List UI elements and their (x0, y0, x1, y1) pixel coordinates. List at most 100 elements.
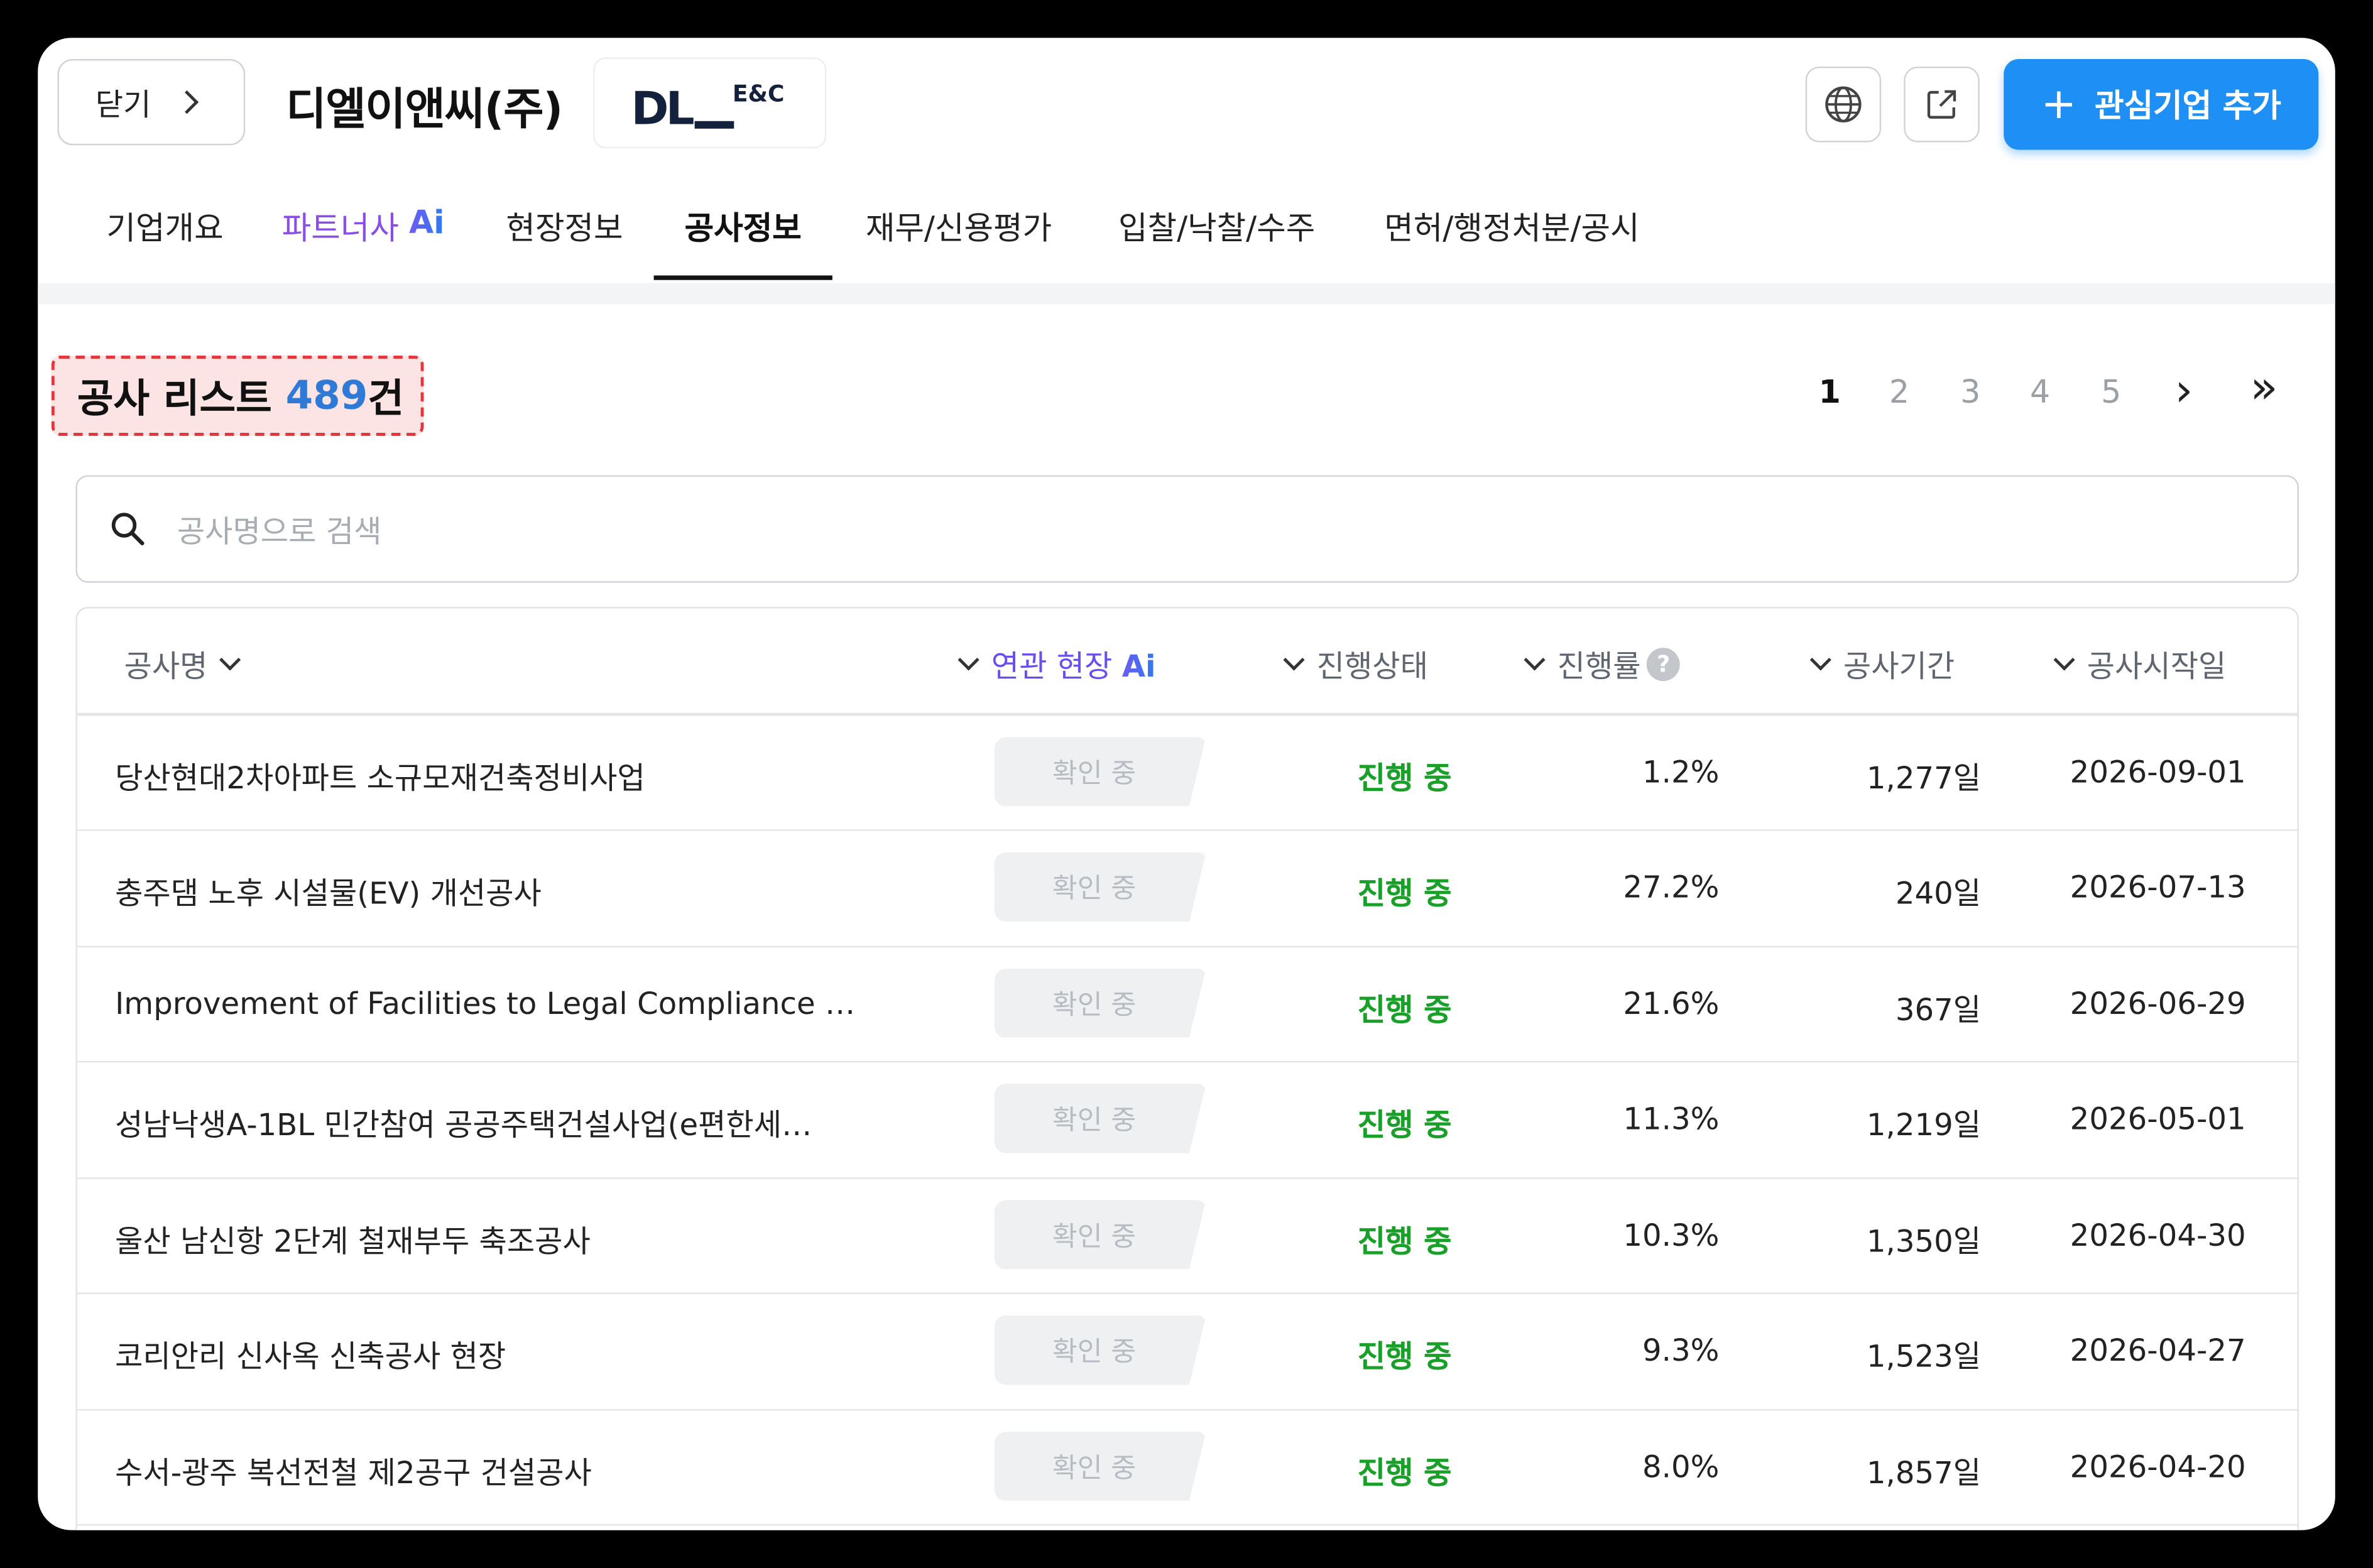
construction-name: Improvement of Facilities to Legal Compl… (115, 984, 856, 1021)
progress-rate: 9.3% (1642, 1332, 1720, 1368)
construction-name: 코리안리 신사옥 신축공사 현장 (115, 1337, 506, 1375)
start-date: 2026-07-13 (2070, 868, 2246, 905)
page-1[interactable]: 1 (1811, 374, 1848, 410)
construction-list-title: 공사 리스트 489 건 (51, 356, 424, 436)
column-header-related-site[interactable]: 연관 현장 Ai (957, 642, 1156, 686)
tab-bid-award[interactable]: 입찰/낙찰/수주 (1111, 204, 1323, 280)
close-label: 닫기 (95, 86, 151, 123)
chevron-right-icon (175, 90, 199, 114)
start-date: 2026-04-20 (2070, 1447, 2246, 1484)
tab-partners-ai[interactable]: 파트너사 Ai (280, 204, 447, 280)
table-row[interactable]: Improvement of Facilities to Legal Compl… (77, 947, 2298, 1063)
tab-site-info[interactable]: 현장정보 (503, 204, 627, 280)
construction-name: 성남낙생A-1BL 민간참여 공공주택건설사업(e편한세… (115, 1106, 812, 1143)
ai-badge: Ai (408, 204, 445, 241)
tab-construction-info[interactable]: 공사정보 (653, 204, 832, 280)
page-3[interactable]: 3 (1952, 374, 1988, 410)
start-date: 2026-05-01 (2070, 1100, 2246, 1137)
tab-finance-credit[interactable]: 재무/신용평가 (859, 204, 1058, 280)
progress-rate: 10.3% (1623, 1216, 1720, 1253)
related-site-chip[interactable]: 확인 중 (994, 852, 1206, 922)
construction-period: 1,857일 (1866, 1454, 1982, 1490)
tab-bar: 기업개요 파트너사 Ai 현장정보 공사정보 재무/신용평가 입찰/낙찰/수주 … (38, 204, 2335, 283)
status-badge: 진행 중 (1357, 1337, 1452, 1375)
table-row[interactable]: 당산현대2차아파트 소규모재건축정비사업 확인 중 진행 중 1.2% 1,27… (77, 715, 2298, 831)
chevron-down-icon (1524, 649, 1546, 671)
progress-rate: 21.6% (1623, 984, 1720, 1021)
chevron-down-icon (1283, 649, 1305, 671)
status-badge: 진행 중 (1357, 759, 1452, 796)
start-date: 2026-04-27 (2070, 1332, 2246, 1368)
related-site-chip[interactable]: 확인 중 (994, 1430, 1206, 1501)
search-icon (111, 513, 145, 546)
company-name: 디엘이앤씨(주) (286, 83, 563, 135)
related-site-chip[interactable]: 확인 중 (994, 736, 1206, 806)
status-badge: 진행 중 (1357, 1106, 1452, 1143)
progress-rate: 1.2% (1642, 753, 1720, 790)
chevron-down-icon (2053, 649, 2075, 671)
construction-period: 1,277일 (1866, 759, 1982, 796)
add-interest-company-label: 관심기업 추가 (2095, 87, 2281, 124)
start-date: 2026-06-29 (2070, 984, 2246, 1021)
open-external-button[interactable] (1904, 67, 1980, 143)
related-site-chip[interactable]: 확인 중 (994, 1084, 1206, 1153)
status-badge: 진행 중 (1357, 1222, 1452, 1259)
progress-rate: 11.3% (1623, 1100, 1720, 1137)
progress-rate: 8.0% (1642, 1447, 1720, 1484)
construction-name: 당산현대2차아파트 소규모재건축정비사업 (115, 759, 645, 796)
close-button[interactable]: 닫기 (57, 58, 246, 146)
construction-period: 1,219일 (1866, 1106, 1982, 1143)
tab-license-disclosure[interactable]: 면허/행정처분/공시 (1376, 204, 1649, 280)
search-box (75, 475, 2299, 583)
page-5[interactable]: 5 (2093, 374, 2129, 410)
next-page-icon[interactable]: › (2166, 365, 2202, 418)
company-logo: DL E&C (593, 57, 827, 149)
status-badge: 진행 중 (1357, 990, 1452, 1027)
table-row[interactable]: 충주댐 노후 시설물(EV) 개선공사 확인 중 진행 중 27.2% 240일… (77, 831, 2298, 947)
ai-badge: Ai (1121, 648, 1156, 684)
website-button[interactable] (1805, 67, 1882, 143)
related-site-chip[interactable]: 확인 중 (994, 967, 1206, 1038)
tab-overview[interactable]: 기업개요 (103, 204, 227, 280)
construction-name: 충주댐 노후 시설물(EV) 개선공사 (115, 874, 542, 912)
construction-period: 240일 (1895, 874, 1982, 912)
stage: 닫기 디엘이앤씨(주) DL E&C + 관심기업 추가 기업개요 파트너사 A… (0, 0, 2373, 1568)
logo-mark: DL (631, 84, 734, 136)
progress-rate: 27.2% (1623, 868, 1720, 905)
construction-period: 1,350일 (1866, 1222, 1982, 1259)
column-header-rate[interactable]: 진행률 ? (1524, 642, 1681, 686)
section-divider (38, 283, 2335, 305)
construction-period: 367일 (1895, 990, 1982, 1027)
help-icon[interactable]: ? (1647, 646, 1681, 680)
construction-name: 울산 남신항 2단계 철재부두 축조공사 (115, 1222, 591, 1259)
globe-icon (1825, 86, 1862, 122)
chevron-down-icon (957, 649, 979, 671)
table-row[interactable]: 코리안리 신사옥 신축공사 현장 확인 중 진행 중 9.3% 1,523일 2… (77, 1294, 2298, 1410)
page-4[interactable]: 4 (2022, 374, 2058, 410)
list-count: 489 (285, 373, 368, 419)
last-page-icon[interactable]: » (2246, 362, 2283, 415)
column-header-name[interactable]: 공사명 (124, 642, 241, 686)
add-interest-company-button[interactable]: + 관심기업 추가 (2004, 58, 2319, 150)
page-2[interactable]: 2 (1881, 374, 1917, 410)
chevron-down-icon (1809, 649, 1831, 671)
related-site-chip[interactable]: 확인 중 (994, 1199, 1206, 1270)
start-date: 2026-04-30 (2070, 1216, 2246, 1253)
logo-sub: E&C (732, 80, 785, 108)
construction-name: 수서-광주 복선전철 제2공구 건설공사 (115, 1454, 592, 1490)
plus-icon: + (2041, 79, 2077, 129)
status-badge: 진행 중 (1357, 1454, 1452, 1490)
related-site-chip[interactable]: 확인 중 (994, 1315, 1206, 1385)
column-header-status[interactable]: 진행상태 (1283, 642, 1428, 686)
construction-table: 공사명 연관 현장 Ai 진행상태 진행률 ? 공사기간 공사시작일 당산현대2… (75, 607, 2299, 1530)
column-header-period[interactable]: 공사기간 (1809, 642, 1955, 686)
column-header-start-date[interactable]: 공사시작일 (2053, 642, 2226, 686)
table-row[interactable]: 수서-광주 복선전철 제2공구 건설공사 확인 중 진행 중 8.0% 1,85… (77, 1410, 2298, 1526)
table-row[interactable]: 성남낙생A-1BL 민간참여 공공주택건설사업(e편한세… 확인 중 진행 중 … (77, 1062, 2298, 1179)
search-input[interactable] (174, 501, 2269, 562)
table-row[interactable]: 울산 남신항 2단계 철재부두 축조공사 확인 중 진행 중 10.3% 1,3… (77, 1179, 2298, 1294)
company-detail-panel: 닫기 디엘이앤씨(주) DL E&C + 관심기업 추가 기업개요 파트너사 A… (38, 38, 2335, 1530)
chevron-down-icon (219, 649, 241, 671)
status-badge: 진행 중 (1357, 874, 1452, 912)
construction-period: 1,523일 (1866, 1337, 1982, 1375)
